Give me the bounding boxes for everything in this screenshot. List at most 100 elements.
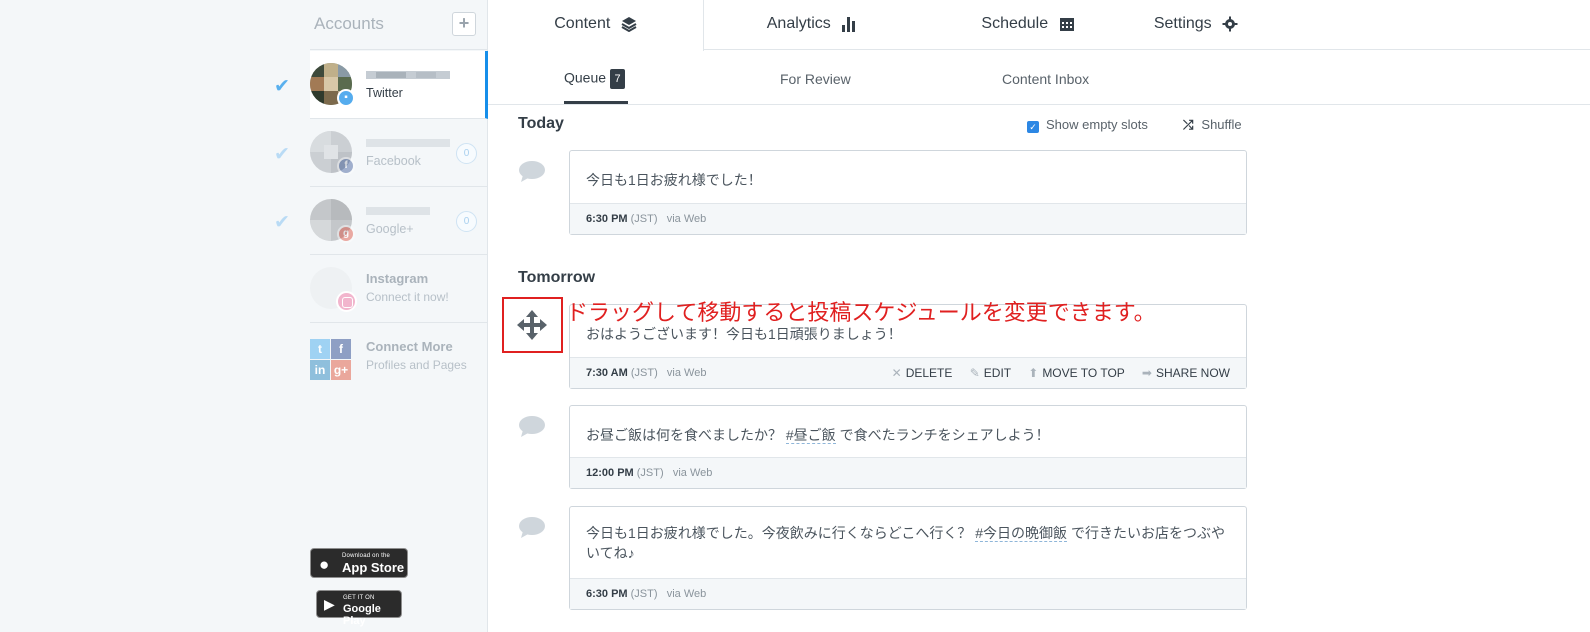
- shuffle-button[interactable]: ⤮ Shuffle: [1183, 117, 1242, 133]
- comment-bubble-icon: [519, 161, 545, 182]
- check-icon[interactable]: ✔: [274, 211, 290, 234]
- post-timezone: (JST): [630, 588, 658, 600]
- tab-content-label: Content: [554, 15, 611, 32]
- tab-content-inbox[interactable]: Content Inbox: [1002, 71, 1089, 87]
- active-tab-indicator: [564, 101, 628, 104]
- post-actions: ✕ DELETE ✎ EDIT ⬆ MOVE TO TOP ➡ SHARE NOW: [878, 358, 1230, 388]
- instagram-icon: [336, 291, 357, 312]
- main-tabs: Content Analytics Schedule Settings: [488, 0, 1590, 51]
- check-icon[interactable]: ✔: [274, 143, 290, 166]
- google-play-small-text: GET IT ON: [343, 595, 375, 601]
- app-store-big-text: App Store: [342, 560, 405, 575]
- google-play-button[interactable]: ▶ GET IT ON Google Play: [316, 590, 402, 627]
- queued-post[interactable]: 今日も1日お疲れ様でした。今夜飲みに行くならどこへ行く？ #今日の晩御飯 で行き…: [569, 506, 1247, 610]
- hashtag-link[interactable]: #昼ご飯: [785, 427, 836, 444]
- post-text: 今日も1日お疲れ様でした。今夜飲みに行くならどこへ行く？ #今日の晩御飯 で行き…: [570, 507, 1246, 563]
- pencil-icon: ✎: [969, 366, 980, 380]
- post-meta: 6:30 PM (JST) via Web: [570, 203, 1246, 234]
- comment-bubble-icon: [519, 416, 545, 437]
- move-to-top-button[interactable]: ⬆ MOVE TO TOP: [1028, 366, 1124, 380]
- queued-post[interactable]: 今日も1日お疲れ様でした！ 6:30 PM (JST) via Web: [569, 150, 1247, 235]
- post-meta: 12:00 PM (JST) via Web: [570, 457, 1246, 488]
- tab-analytics-label: Analytics: [766, 15, 831, 32]
- day-label-tomorrow: Tomorrow: [518, 269, 596, 286]
- google-play-big-text: Google Play: [343, 603, 381, 627]
- calendar-icon: [1059, 17, 1074, 31]
- post-text: 今日も1日お疲れ様でした！: [586, 172, 762, 188]
- arrow-up-icon: ⬆: [1028, 366, 1039, 380]
- shuffle-label: Shuffle: [1201, 117, 1242, 132]
- social-networks-icon: t f in g+: [310, 339, 352, 381]
- post-time: 7:30 AM: [586, 367, 628, 379]
- post-text-part: で食べたランチをシェアしよう！: [835, 427, 1050, 443]
- edit-button[interactable]: ✎ EDIT: [970, 366, 1011, 380]
- tab-settings[interactable]: Settings: [1088, 0, 1304, 50]
- accounts-header: Accounts +: [310, 0, 488, 50]
- post-count-badge: 0: [456, 143, 477, 164]
- tab-schedule-label: Schedule: [981, 15, 1049, 32]
- delete-label: DELETE: [905, 366, 953, 380]
- gear-icon: [1222, 16, 1238, 32]
- share-now-button[interactable]: ➡ SHARE NOW: [1142, 366, 1230, 380]
- google-play-icon: ▶: [324, 596, 335, 612]
- close-icon: ✕: [891, 366, 902, 380]
- connect-more-subtitle: Profiles and Pages: [366, 358, 467, 372]
- tab-queue[interactable]: Queue 7: [564, 69, 626, 89]
- instagram-subtitle: Connect it now!: [366, 290, 449, 304]
- page-background: [0, 0, 310, 632]
- account-name-blurred: [366, 207, 430, 215]
- tab-settings-label: Settings: [1153, 15, 1212, 32]
- post-timezone: (JST): [630, 367, 658, 379]
- twitter-icon: t: [310, 339, 330, 359]
- account-item-google-plus[interactable]: ✔ g Google+ 0: [274, 187, 488, 255]
- delete-button[interactable]: ✕ DELETE: [892, 366, 953, 380]
- apple-icon: ●: [319, 555, 330, 574]
- show-empty-slots-toggle[interactable]: ✓ Show empty slots: [1027, 117, 1148, 133]
- twitter-badge-icon: ▪: [337, 89, 355, 107]
- hashtag-link[interactable]: #今日の晩御飯: [975, 525, 1068, 542]
- check-icon[interactable]: ✔: [274, 75, 290, 98]
- connect-instagram-item[interactable]: Instagram Connect it now!: [310, 255, 488, 323]
- facebook-badge-icon: f: [337, 157, 355, 175]
- accounts-sidebar: Accounts + ✔ ▪ Twitter ✔ f Facebook 0 ✔ …: [274, 0, 488, 632]
- post-text: お昼ご飯は何を食べましたか？ #昼ご飯 で食べたランチをシェアしよう！: [570, 406, 1246, 445]
- tab-for-review[interactable]: For Review: [780, 71, 851, 87]
- shuffle-icon: ⤮: [1183, 117, 1194, 132]
- connect-more-item[interactable]: t f in g+ Connect More Profiles and Page…: [310, 323, 488, 391]
- tab-analytics[interactable]: Analytics: [704, 0, 920, 50]
- layers-icon: [621, 16, 637, 32]
- post-via: via Web: [666, 367, 707, 379]
- instruction-annotation: ドラッグして移動すると投稿スケジュールを変更できます。: [566, 300, 1156, 325]
- post-timezone: (JST): [636, 467, 664, 479]
- drag-handle-highlight: [502, 297, 563, 353]
- post-timezone: (JST): [630, 213, 658, 225]
- linkedin-icon: in: [310, 360, 330, 380]
- add-account-button[interactable]: +: [452, 12, 476, 36]
- post-via: via Web: [666, 588, 707, 600]
- move-to-top-label: MOVE TO TOP: [1042, 366, 1125, 380]
- connect-more-title: Connect More: [366, 339, 453, 354]
- account-network-label: Facebook: [366, 154, 421, 168]
- comment-bubble-icon: [519, 517, 545, 538]
- google-plus-badge-icon: g: [337, 225, 355, 243]
- account-name-blurred: [366, 139, 450, 147]
- post-meta: 7:30 AM (JST) via Web ✕ DELETE ✎ EDIT ⬆ MOV…: [570, 357, 1246, 388]
- facebook-icon: f: [331, 339, 351, 359]
- checkbox-checked-icon[interactable]: ✓: [1027, 121, 1039, 133]
- post-time: 12:00 PM: [586, 467, 634, 479]
- post-via: via Web: [666, 213, 707, 225]
- show-empty-slots-label: Show empty slots: [1046, 117, 1148, 132]
- share-now-label: SHARE NOW: [1155, 366, 1230, 380]
- accounts-title: Accounts: [314, 14, 384, 33]
- queued-post[interactable]: お昼ご飯は何を食べましたか？ #昼ご飯 で食べたランチをシェアしよう！ 12:0…: [569, 405, 1247, 489]
- day-label-today: Today: [518, 115, 564, 132]
- post-text-part: お昼ご飯は何を食べましたか？: [586, 427, 786, 443]
- bar-chart-icon: [842, 16, 856, 32]
- post-via: via Web: [672, 467, 713, 479]
- tab-content[interactable]: Content: [488, 0, 704, 51]
- account-item-facebook[interactable]: ✔ f Facebook 0: [274, 119, 488, 187]
- account-network-label: Twitter: [366, 86, 403, 100]
- queue-count-badge: 7: [610, 69, 626, 89]
- app-store-button[interactable]: ● Download on the App Store: [310, 548, 408, 578]
- account-item-twitter[interactable]: ✔ ▪ Twitter: [274, 51, 488, 119]
